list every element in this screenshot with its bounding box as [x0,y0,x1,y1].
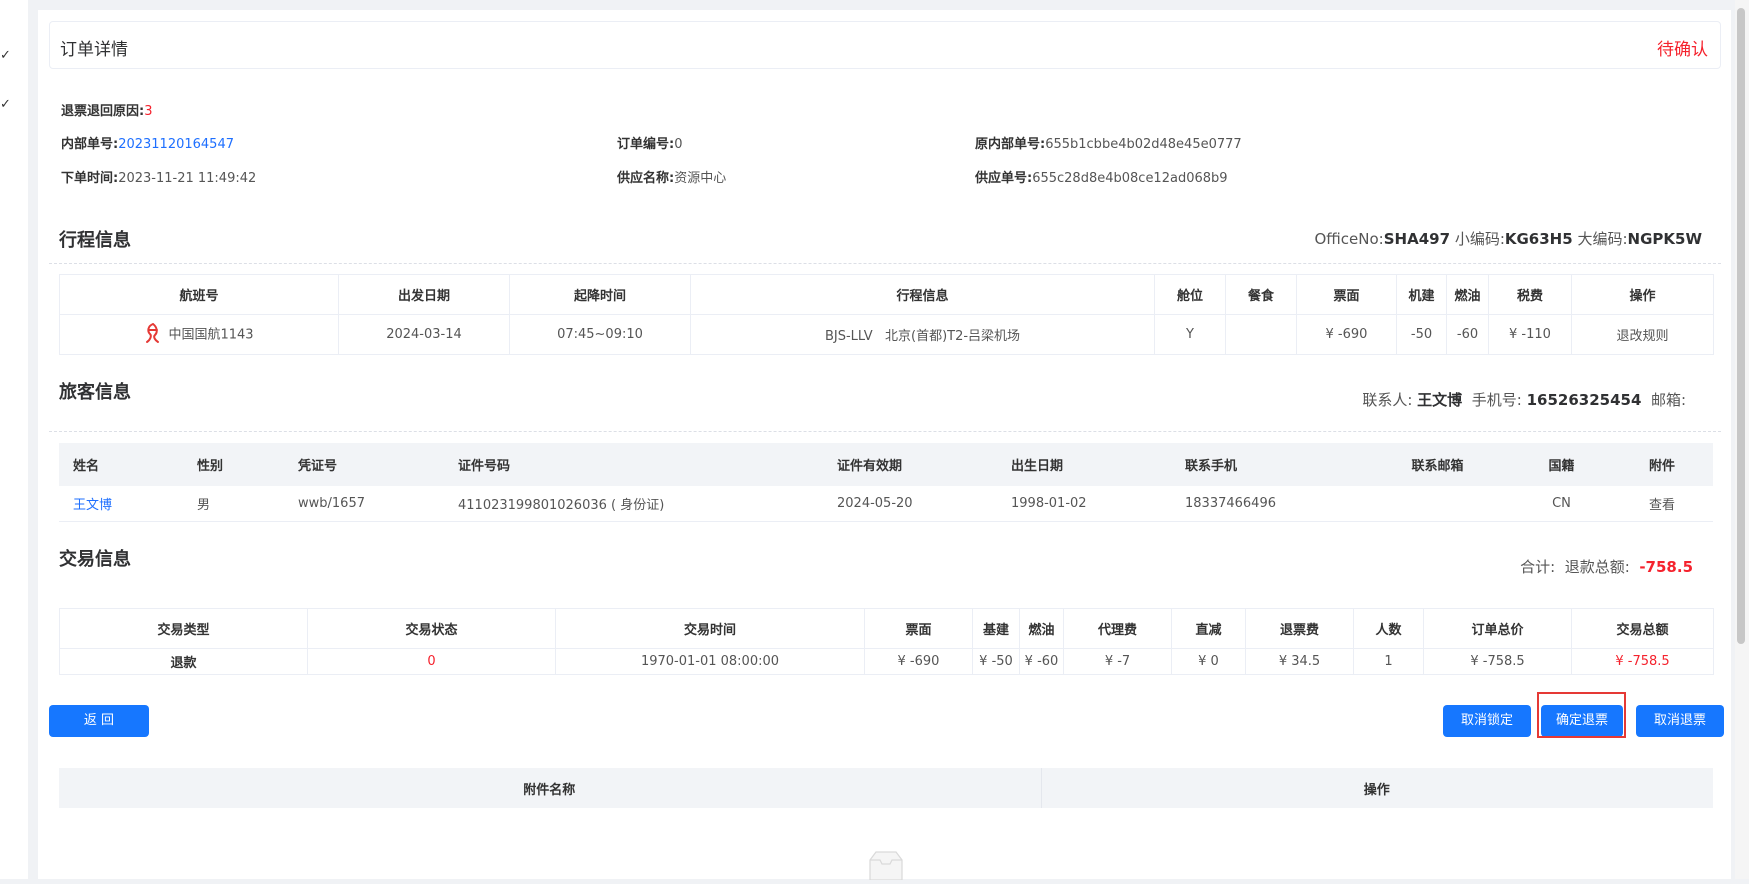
refund-reason: 退票退回原因:3 [61,104,153,119]
col-fuel: 燃油 [1446,274,1489,315]
order-time: 下单时间:2023-11-21 11:49:42 [61,171,257,186]
status-badge: 待确认 [1657,40,1708,60]
table-header-row: 交易类型 交易状态 交易时间 票面 基建 燃油 代理费 直减 退票费 人数 订单… [59,608,1714,649]
col-flight: 航班号 [59,274,339,315]
air-china-logo-icon [144,322,162,348]
page-title: 订单详情 [60,40,128,60]
attachment-table: 附件名称 操作 [59,768,1713,808]
highlight-box [1537,692,1626,738]
refund-total: -758.5 [1639,558,1693,576]
itinerary-table: 航班号 出发日期 起降时间 行程信息 舱位 餐食 票面 机建 燃油 税费 操作 … [59,274,1714,355]
table-header-row: 姓名 性别 凭证号 证件号码 证件有效期 出生日期 联系手机 联系邮箱 国籍 附… [59,443,1713,486]
table-header-row: 附件名称 操作 [59,768,1713,808]
passenger-title: 旅客信息 [59,382,131,403]
supplier-name: 供应名称:资源中心 [617,171,727,186]
table-row: 王文博 男 wwb/1657 411023199801026036 ( 身份证)… [59,486,1713,522]
supplier-order-no: 供应单号:655c28d8e4b08ce12ad068b9 [975,171,1228,186]
col-cabin: 舱位 [1154,274,1226,315]
back-button[interactable]: 返 回 [49,705,149,737]
col-time: 起降时间 [509,274,691,315]
view-attachment-link[interactable]: 查看 [1612,486,1713,522]
left-sidebar: ✓ ✓ [0,0,28,879]
col-date: 出发日期 [338,274,510,315]
table-header-row: 航班号 出发日期 起降时间 行程信息 舱位 餐食 票面 机建 燃油 税费 操作 [59,274,1714,315]
original-internal-no: 原内部单号:655b1cbbe4b02d48e45e0777 [975,137,1242,152]
check-icon: ✓ [0,97,11,112]
col-meal: 餐食 [1225,274,1297,315]
refund-rules-link[interactable]: 退改规则 [1571,314,1714,355]
internal-order-link[interactable]: 20231120164547 [118,137,234,152]
scrollbar-thumb[interactable] [1737,8,1745,644]
internal-order-no: 内部单号:20231120164547 [61,137,234,152]
passenger-name-link[interactable]: 王文博 [59,486,183,522]
itinerary-title: 行程信息 [59,230,131,251]
order-no: 订单编号:0 [617,137,683,152]
cancel-refund-button[interactable]: 取消退票 [1636,705,1724,737]
section-divider [49,263,1721,264]
check-icon: ✓ [0,48,11,63]
passenger-table: 姓名 性别 凭证号 证件号码 证件有效期 出生日期 联系手机 联系邮箱 国籍 附… [59,443,1713,522]
col-airport-fee: 机建 [1396,274,1447,315]
col-tax: 税费 [1488,274,1572,315]
section-divider [49,431,1721,432]
flight-cell: 中国国航1143 [59,314,339,355]
itinerary-codes: OfficeNo:SHA497 小编码:KG63H5 大编码:NGPK5W [1314,230,1703,248]
transaction-table: 交易类型 交易状态 交易时间 票面 基建 燃油 代理费 直减 退票费 人数 订单… [59,608,1714,675]
order-detail-header: 订单详情 待确认 [49,21,1721,69]
col-route: 行程信息 [690,274,1155,315]
table-row: 退款 0 1970-01-01 08:00:00 ¥ -690 ¥ -50 ¥ … [59,648,1714,675]
contact-info: 联系人: 王文博 手机号: 16526325454 邮箱: [1362,391,1686,409]
col-action: 操作 [1571,274,1714,315]
transaction-summary: 合计: 退款总额: -758.5 [1520,558,1693,576]
col-fare: 票面 [1296,274,1397,315]
cancel-lock-button[interactable]: 取消锁定 [1443,705,1531,737]
transaction-title: 交易信息 [59,549,131,570]
table-row: 中国国航1143 2024-03-14 07:45~09:10 BJS-LLV … [59,314,1714,355]
